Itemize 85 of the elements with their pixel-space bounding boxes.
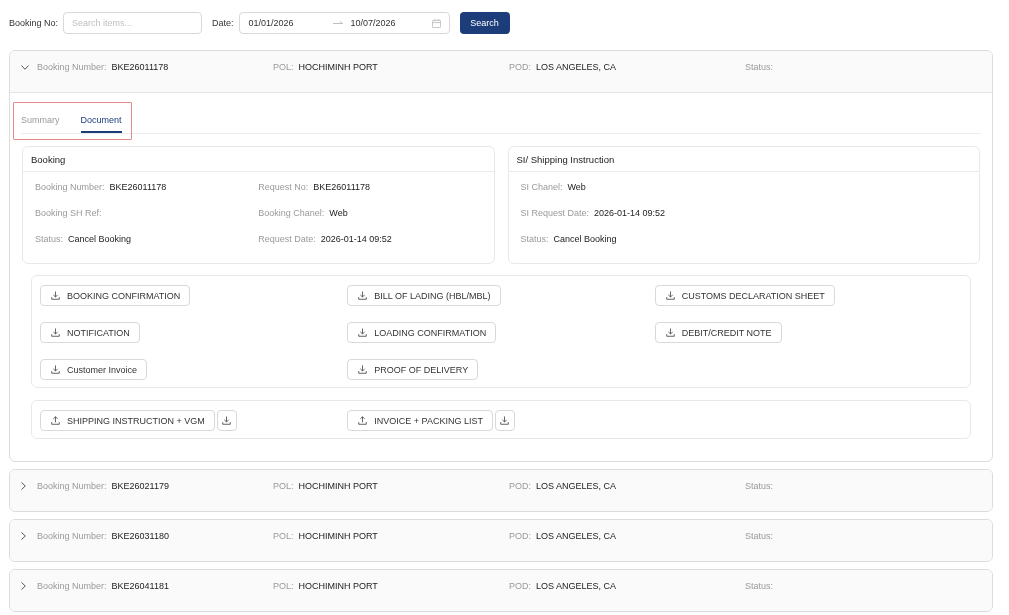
panel-header[interactable]: Booking Number: BKE26031180 POL: HOCHIMINH PORT POD: LOS ANGELES, CA Status: [10, 520, 992, 561]
field-label: POL: [273, 480, 294, 492]
download-button[interactable] [494, 410, 515, 431]
card-title: Booking [31, 153, 66, 165]
download-document-button[interactable]: PROOF OF DELIVERY [347, 359, 479, 380]
date-label: Date: [212, 18, 234, 28]
field-value: Web [567, 181, 586, 193]
download-icon [51, 328, 60, 337]
download-icon [358, 365, 368, 374]
field-label: POL: [273, 530, 294, 542]
field-value: BKE26011178 [109, 181, 167, 193]
download-document-button[interactable]: BOOKING CONFIRMATION [40, 285, 191, 306]
upload-document-button[interactable]: INVOICE + PACKING LIST [347, 410, 493, 431]
field-label: SI Request Date: [520, 207, 590, 219]
field-label: Status: [745, 530, 773, 542]
upload-document-button[interactable]: SHIPPING INSTRUCTION + VGM [40, 410, 215, 431]
field-label: Status: [745, 61, 773, 73]
panel-header[interactable]: Booking Number: BKE26041181 POL: HOCHIMINH PORT POD: LOS ANGELES, CA Status: [10, 570, 992, 611]
download-icon [51, 365, 60, 374]
field-value: HOCHIMINH PORT [298, 480, 378, 492]
field-label: SI Chanel: [520, 181, 563, 193]
field-label: Status: [520, 233, 549, 245]
field-value: LOS ANGELES, CA [536, 61, 617, 73]
card-title: SI/ Shipping Instruction [516, 153, 615, 165]
field-value: 2026-01-14 09:52 [320, 233, 392, 245]
field-label: Request Date: [258, 233, 316, 245]
field-label: Status: [35, 233, 63, 245]
field-value: HOCHIMINH PORT [298, 61, 378, 73]
download-icon [665, 328, 675, 337]
field-label: Booking Number: [37, 480, 107, 492]
download-icon [665, 291, 675, 300]
end-date-input[interactable]: 10/07/2026 [350, 18, 432, 28]
download-document-button[interactable]: DEBIT/CREDIT NOTE [654, 322, 782, 343]
start-date-input[interactable]: 01/01/2026 [248, 18, 333, 28]
field-label: POL: [273, 61, 294, 73]
field-value: BKE26011178 [111, 61, 169, 73]
tab[interactable]: Document [80, 108, 122, 133]
field-value: LOS ANGELES, CA [536, 580, 617, 592]
download-button[interactable] [216, 410, 237, 431]
field-label: Booking Number: [37, 530, 107, 542]
field-label: Booking Chanel: [258, 207, 325, 219]
download-icon [51, 291, 60, 300]
panel-header[interactable]: Booking Number: BKE26021179 POL: HOCHIMINH PORT POD: LOS ANGELES, CA Status: [10, 470, 992, 511]
field-value: LOS ANGELES, CA [536, 480, 617, 492]
panel-header[interactable]: Booking Number: BKE26011178 POL: HOCHIMINH PORT POD: LOS ANGELES, CA Status: [10, 51, 992, 93]
download-icon [358, 291, 368, 300]
booking-no-input[interactable]: Search items... [63, 12, 203, 34]
field-label: Booking Number: [37, 580, 107, 592]
field-label: Booking Number: [35, 181, 105, 193]
download-document-button[interactable]: LOADING CONFIRMATION [347, 322, 497, 343]
search-button[interactable]: Search [459, 12, 510, 34]
field-value: Cancel Booking [68, 233, 132, 245]
download-icon [500, 416, 510, 425]
upload-icon [358, 416, 368, 425]
arrow-right-icon [332, 21, 343, 25]
field-value: BKE26021179 [111, 480, 169, 492]
field-value: HOCHIMINH PORT [298, 580, 378, 592]
field-value: 2026-01-14 09:52 [594, 207, 666, 219]
field-label: POD: [509, 580, 531, 592]
download-document-button[interactable]: BILL OF LADING (HBL/MBL) [347, 285, 501, 306]
field-value: Web [329, 207, 348, 219]
field-label: Booking SH Ref: [35, 207, 102, 219]
field-value: BKE26041181 [111, 580, 169, 592]
field-label: POD: [509, 61, 531, 73]
field-value: HOCHIMINH PORT [298, 530, 378, 542]
field-value: LOS ANGELES, CA [536, 530, 617, 542]
download-icon [358, 328, 368, 337]
date-range-field[interactable]: 01/01/2026 10/07/2026 [238, 12, 450, 34]
field-value: Cancel Booking [553, 233, 617, 245]
field-label: POD: [509, 530, 531, 542]
field-label: Booking Number: [37, 61, 107, 73]
booking-no-label: Booking No: [9, 18, 59, 28]
field-label: Status: [745, 580, 773, 592]
download-document-button[interactable]: NOTIFICATION [40, 322, 140, 343]
field-label: POL: [273, 580, 294, 592]
field-label: POD: [509, 480, 531, 492]
calendar-icon [431, 18, 441, 28]
download-document-button[interactable]: Customer Invoice [40, 359, 148, 380]
download-document-button[interactable]: CUSTOMS DECLARATION SHEET [654, 285, 835, 306]
field-value: BKE26011178 [313, 181, 370, 193]
download-icon [222, 416, 232, 425]
field-label: Status: [745, 480, 773, 492]
field-value: BKE26031180 [111, 530, 169, 542]
field-label: Request No: [258, 181, 309, 193]
upload-icon [51, 416, 60, 425]
